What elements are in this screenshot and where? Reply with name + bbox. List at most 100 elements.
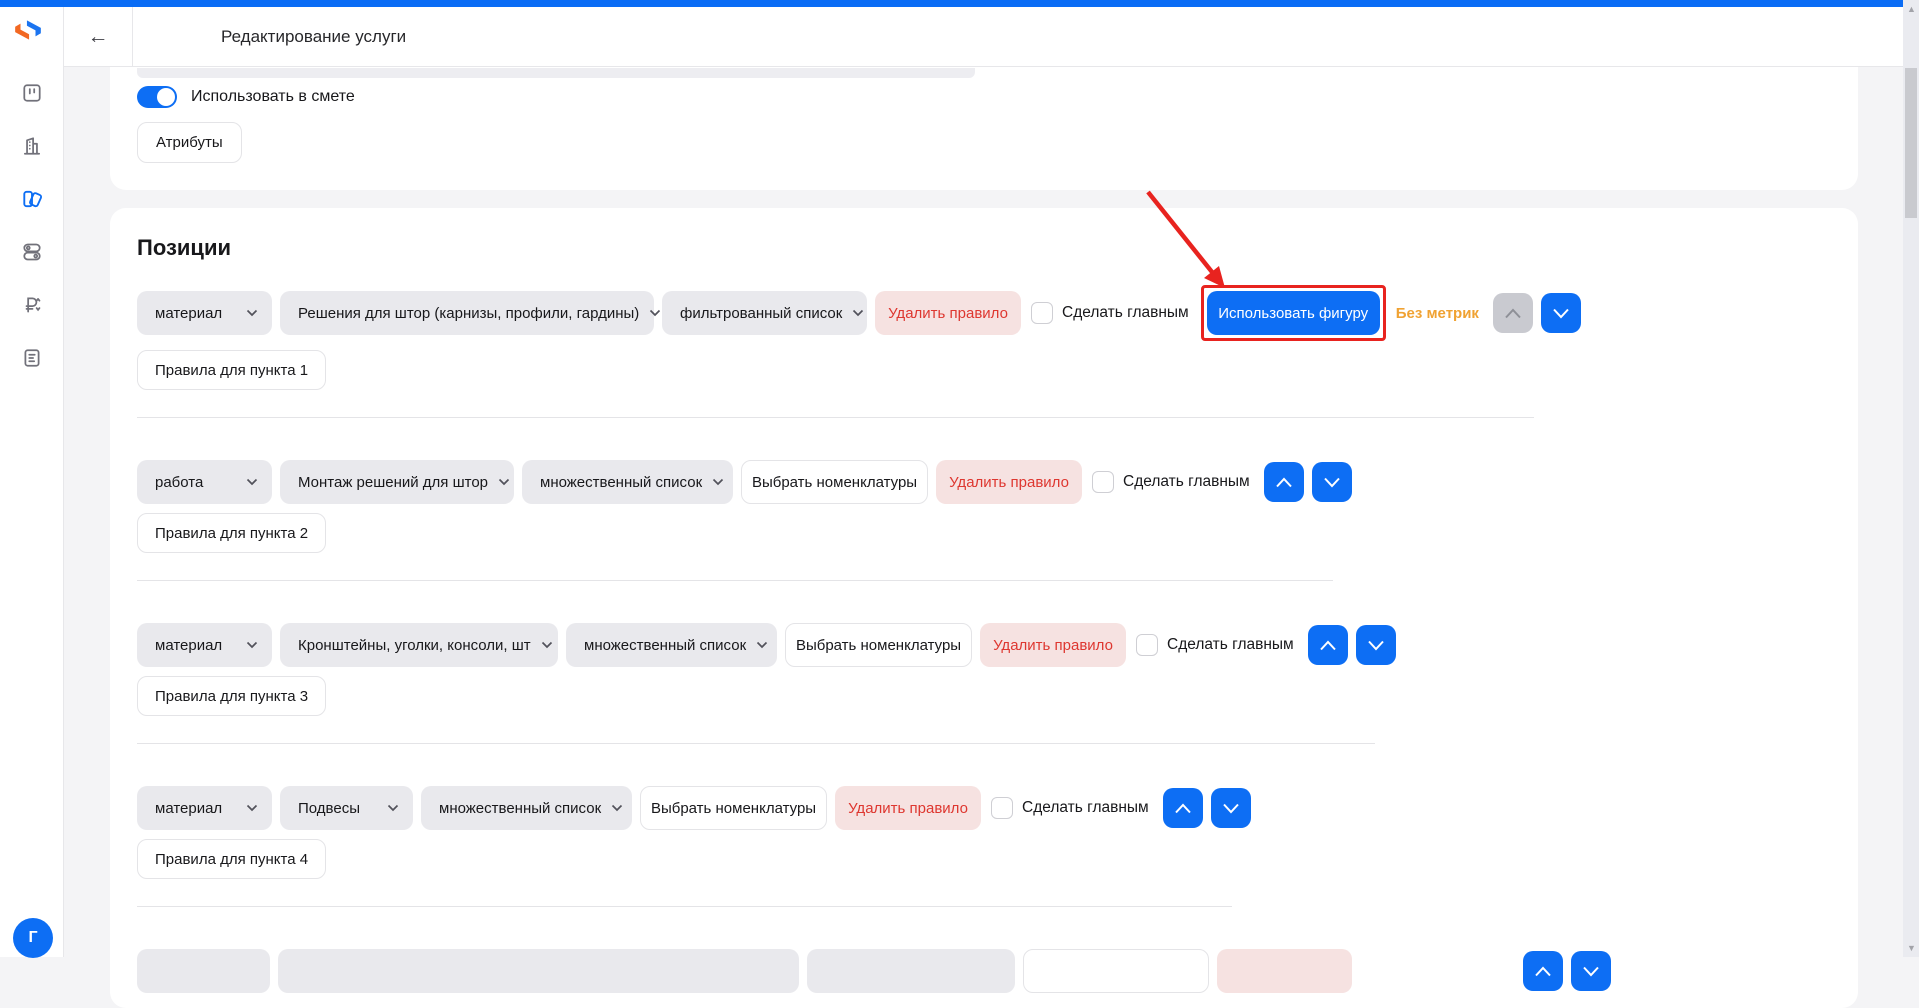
list-type-dropdown[interactable]: фильтрованный список — [662, 291, 867, 335]
rule-row-5-partial — [137, 949, 1834, 993]
type-dropdown[interactable]: материал — [137, 623, 272, 667]
list-type-dropdown[interactable]: множественный список — [566, 623, 777, 667]
scrollbar-up-arrow[interactable]: ▲ — [1907, 5, 1916, 14]
settings-card: Использовать в смете Атрибуты — [110, 67, 1858, 190]
rules-for-item-button[interactable]: Правила для пункта 3 — [137, 676, 327, 716]
row-divider — [137, 743, 1375, 744]
rules-for-item-button[interactable]: Правила для пункта 4 — [137, 839, 327, 879]
chevron-down-icon — [649, 309, 661, 317]
make-main-label: Сделать главным — [1123, 473, 1250, 490]
move-up-button[interactable] — [1523, 951, 1563, 991]
rule-row-3: материал Кронштейны, уголки, консоли, шт… — [137, 623, 1834, 667]
type-dropdown[interactable]: материал — [137, 786, 272, 830]
chevron-down-icon — [246, 478, 258, 486]
delete-rule-button[interactable]: Удалить правило — [936, 460, 1082, 504]
type-dropdown[interactable] — [137, 949, 270, 993]
rules-for-item-button[interactable]: Правила для пункта 2 — [137, 513, 327, 553]
list-type-dropdown[interactable]: множественный список — [522, 460, 733, 504]
type-value: материал — [155, 304, 223, 322]
use-figure-button[interactable]: Использовать фигуру — [1206, 291, 1380, 335]
make-main-checkbox[interactable] — [991, 797, 1013, 819]
move-down-button[interactable] — [1311, 462, 1352, 502]
kanban-board-icon[interactable] — [20, 81, 44, 105]
positions-card: Позиции материал Решения для штор (карни… — [110, 208, 1858, 1008]
rule-row-4: материал Подвесы множественный список Вы… — [137, 786, 1834, 830]
user-avatar[interactable]: Г — [13, 918, 53, 958]
use-in-estimate-toggle[interactable] — [137, 86, 177, 108]
category-value: Решения для штор (карнизы, профили, гард… — [298, 304, 640, 322]
type-dropdown[interactable]: работа — [137, 460, 272, 504]
category-dropdown[interactable]: Подвесы — [280, 786, 413, 830]
ruble-sort-icon[interactable] — [20, 293, 44, 317]
toggles-icon[interactable] — [20, 240, 44, 264]
chevron-down-icon — [387, 804, 399, 812]
rules-for-item-button[interactable]: Правила для пункта 1 — [137, 350, 327, 390]
move-down-button[interactable] — [1571, 951, 1611, 991]
scrollbar-track[interactable]: ▲ ▼ — [1903, 0, 1919, 957]
scrollbar-thumb[interactable] — [1905, 68, 1917, 218]
back-button[interactable]: ← — [64, 7, 133, 66]
category-value: Кронштейны, уголки, консоли, шт — [298, 636, 531, 654]
sidebar: Г — [0, 7, 64, 958]
list-type-value: множественный список — [439, 799, 602, 817]
building-icon[interactable] — [20, 134, 44, 158]
delete-rule-button[interactable]: Удалить правило — [980, 623, 1126, 667]
type-value: материал — [155, 636, 223, 654]
row-divider — [137, 417, 1534, 418]
list-type-value: множественный список — [584, 636, 747, 654]
select-nomenclature-button[interactable]: Выбрать номенклатуры — [741, 460, 928, 504]
chevron-down-icon — [611, 804, 623, 812]
select-nomenclature-button[interactable]: Выбрать номенклатуры — [785, 623, 972, 667]
select-nomenclature-button[interactable] — [1023, 949, 1209, 993]
move-up-button[interactable] — [1162, 788, 1203, 828]
positions-title: Позиции — [137, 235, 231, 260]
chevron-down-icon — [246, 641, 258, 649]
rule-row-2: работа Монтаж решений для штор множестве… — [137, 460, 1834, 504]
make-main-label: Сделать главным — [1022, 799, 1149, 816]
move-up-button[interactable] — [1307, 625, 1348, 665]
scrolled-field-remnant — [137, 68, 975, 78]
make-main-checkbox[interactable] — [1092, 471, 1114, 493]
category-value: Монтаж решений для штор — [298, 473, 489, 491]
no-metrics-label: Без метрик — [1395, 304, 1479, 322]
scrollbar-down-arrow[interactable]: ▼ — [1907, 944, 1916, 953]
swatches-icon-active[interactable] — [20, 187, 44, 211]
make-main-label: Сделать главным — [1167, 636, 1294, 653]
category-dropdown[interactable]: Решения для штор (карнизы, профили, гард… — [280, 291, 661, 335]
select-nomenclature-button[interactable]: Выбрать номенклатуры — [640, 786, 827, 830]
delete-rule-button[interactable]: Удалить правило — [875, 291, 1021, 335]
chevron-down-icon — [246, 804, 258, 812]
attributes-button[interactable]: Атрибуты — [137, 122, 242, 163]
type-dropdown[interactable]: материал — [137, 291, 272, 335]
list-type-dropdown[interactable] — [807, 949, 1015, 993]
top-accent-strip — [0, 0, 1919, 7]
move-down-button[interactable] — [1540, 293, 1581, 333]
move-up-button-disabled[interactable] — [1492, 293, 1533, 333]
list-type-value: фильтрованный список — [680, 304, 843, 322]
chevron-down-icon — [498, 478, 510, 486]
toggle-knob — [157, 88, 175, 106]
app-logo[interactable] — [13, 15, 43, 45]
category-dropdown[interactable]: Монтаж решений для штор — [280, 460, 514, 504]
chevron-down-icon — [246, 309, 258, 317]
annotation-highlight-box: Использовать фигуру — [1200, 285, 1386, 341]
document-list-icon[interactable] — [20, 346, 44, 370]
page-header: ← Редактирование услуги — [64, 7, 1903, 67]
delete-rule-button[interactable]: Удалить правило — [835, 786, 981, 830]
move-down-button[interactable] — [1355, 625, 1396, 665]
delete-rule-button[interactable] — [1217, 949, 1352, 993]
list-type-value: множественный список — [540, 473, 703, 491]
make-main-checkbox[interactable] — [1136, 634, 1158, 656]
category-value: Подвесы — [298, 799, 360, 817]
move-down-button[interactable] — [1210, 788, 1251, 828]
make-main-checkbox[interactable] — [1031, 302, 1053, 324]
chevron-down-icon — [756, 641, 768, 649]
category-dropdown[interactable] — [278, 949, 799, 993]
row-divider — [137, 580, 1333, 581]
list-type-dropdown[interactable]: множественный список — [421, 786, 632, 830]
move-up-button[interactable] — [1263, 462, 1304, 502]
category-dropdown[interactable]: Кронштейны, уголки, консоли, шт — [280, 623, 558, 667]
chevron-down-icon — [712, 478, 724, 486]
chevron-down-icon — [541, 641, 553, 649]
arrow-left-icon: ← — [87, 24, 109, 48]
